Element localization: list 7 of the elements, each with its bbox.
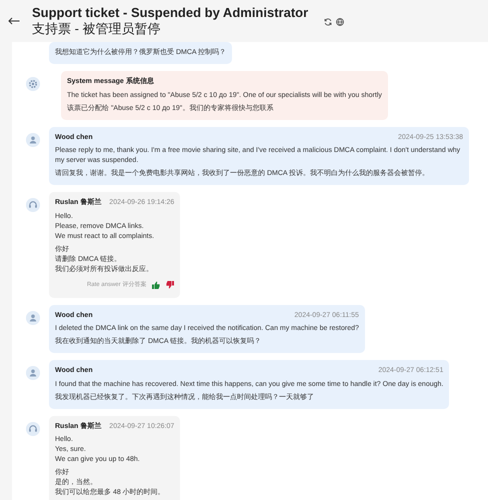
ticket-title: Support ticket - Suspended by Administrator [32, 5, 308, 20]
ticket-subtitle: 支持票 - 被管理员暂停 [32, 20, 162, 37]
thumbs-down-icon[interactable] [166, 281, 174, 289]
back-arrow-icon[interactable] [8, 17, 20, 25]
globe-icon[interactable] [336, 18, 344, 26]
refresh-icon[interactable] [324, 18, 332, 26]
thumbs-up-icon[interactable] [152, 281, 160, 289]
